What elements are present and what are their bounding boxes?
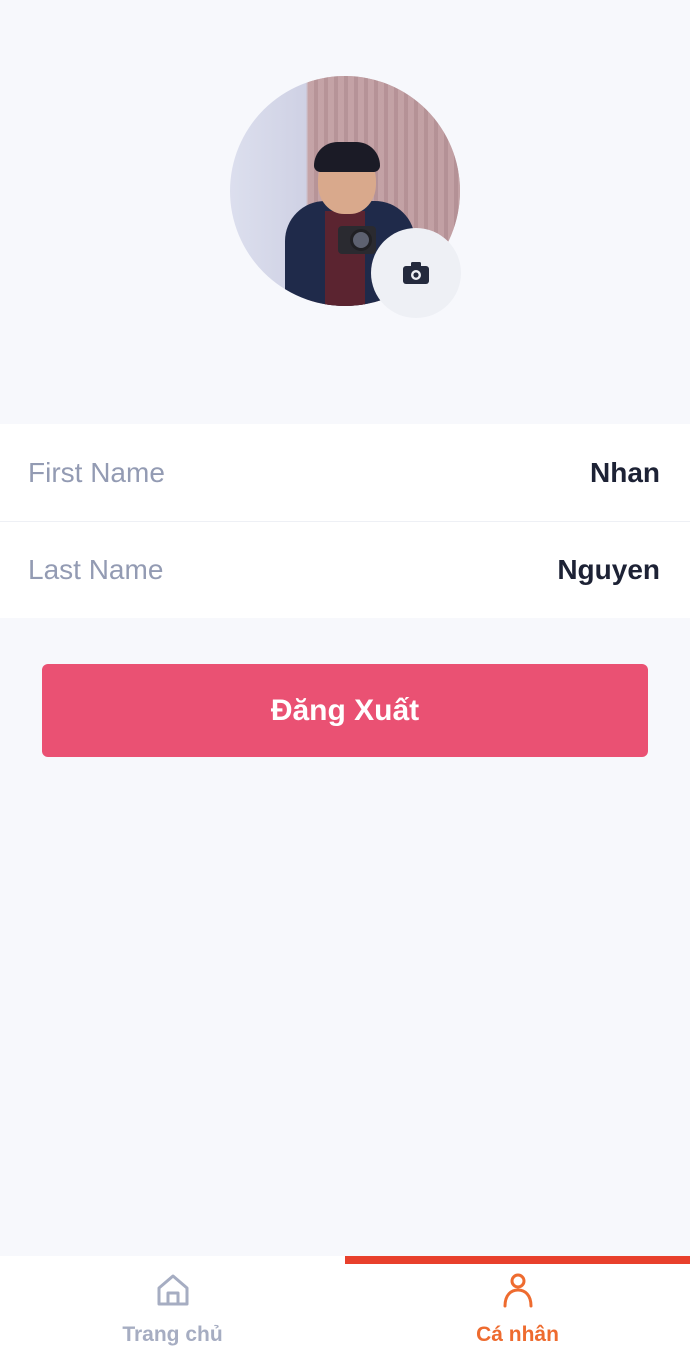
first-name-value: Nhan — [590, 456, 660, 488]
change-photo-button[interactable] — [371, 228, 461, 318]
tab-home-label: Trang chủ — [122, 1323, 223, 1346]
person-icon — [503, 1273, 532, 1308]
tab-home[interactable]: Trang chủ — [0, 1256, 345, 1360]
bottom-tab-bar: Trang chủ Cá nhân — [0, 1256, 690, 1360]
tab-profile[interactable]: Cá nhân — [345, 1256, 690, 1360]
first-name-row: First Name Nhan — [0, 424, 690, 521]
tab-profile-label: Cá nhân — [476, 1323, 559, 1346]
last-name-value: Nguyen — [557, 554, 660, 585]
avatar-person-hair — [314, 142, 380, 172]
profile-info-card: First Name Nhan Last Name Nguyen — [0, 424, 690, 618]
camera-icon — [403, 262, 429, 284]
first-name-label: First Name — [28, 456, 165, 488]
home-icon — [157, 1274, 188, 1306]
tab-profile-indicator — [345, 1256, 690, 1264]
avatar-camera-lens — [350, 229, 372, 251]
tab-home-indicator — [0, 1256, 345, 1264]
logout-button[interactable]: Đăng Xuất — [42, 664, 648, 757]
last-name-label: Last Name — [28, 554, 164, 585]
profile-header — [0, 0, 690, 424]
avatar-container — [230, 76, 461, 318]
last-name-row: Last Name Nguyen — [0, 521, 690, 618]
